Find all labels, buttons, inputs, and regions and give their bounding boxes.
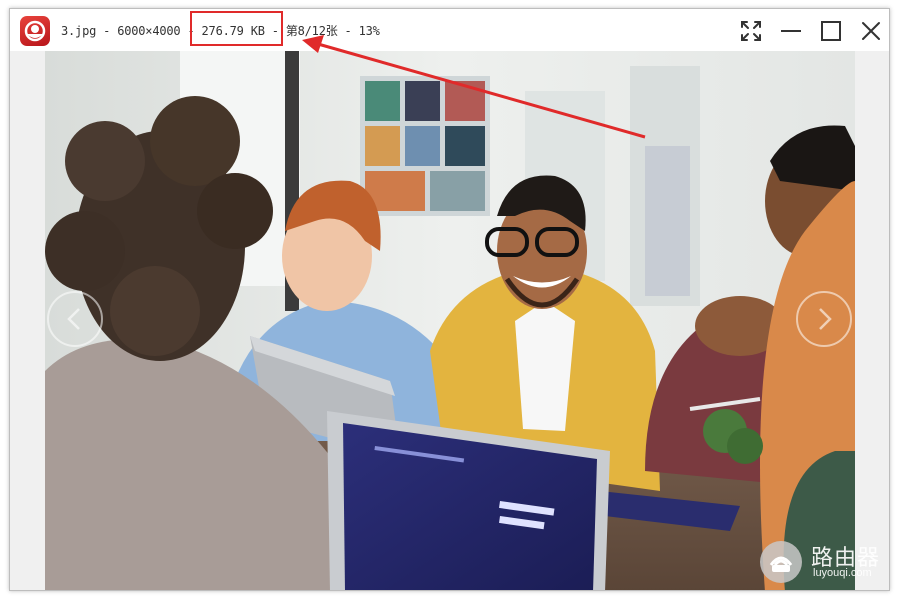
router-logo-icon: [760, 541, 802, 583]
title-zoom: 13%: [358, 24, 380, 38]
title-separator: -: [264, 24, 286, 38]
watermark-name-en: luyouqi.com: [813, 567, 872, 579]
image-viewer-window: 3.jpg - 6000×4000 - 276.79 KB - 第8/12张 -…: [9, 8, 890, 591]
office-meeting-photo: [45, 51, 855, 590]
title-separator: -: [337, 24, 359, 38]
image-viewport[interactable]: 路由器 luyouqi.com: [10, 51, 889, 590]
title-separator: -: [96, 24, 118, 38]
title-filename: 3.jpg: [61, 24, 97, 38]
fullscreen-button[interactable]: [738, 18, 764, 44]
title-separator: -: [180, 24, 202, 38]
close-button[interactable]: [858, 18, 884, 44]
previous-image-button[interactable]: [47, 291, 103, 347]
maximize-button[interactable]: [818, 18, 844, 44]
title-filesize: 276.79 KB: [201, 24, 265, 38]
close-icon: [862, 22, 880, 40]
minimize-icon: [781, 30, 801, 32]
next-image-button[interactable]: [796, 291, 852, 347]
site-watermark: 路由器 luyouqi.com: [760, 539, 889, 583]
title-position: 第8/12张: [285, 24, 338, 38]
window-title: 3.jpg - 6000×4000 - 276.79 KB - 第8/12张 -…: [61, 22, 380, 39]
fullscreen-icon: [741, 21, 761, 41]
app-logo-icon: [20, 16, 50, 46]
displayed-photo: [45, 51, 855, 590]
chevron-left-icon: [67, 308, 80, 330]
maximize-icon: [821, 21, 841, 41]
minimize-button[interactable]: [778, 18, 804, 44]
chevron-right-icon: [819, 308, 832, 330]
title-dimensions: 6000×4000: [117, 24, 181, 38]
title-bar[interactable]: 3.jpg - 6000×4000 - 276.79 KB - 第8/12张 -…: [10, 9, 889, 51]
